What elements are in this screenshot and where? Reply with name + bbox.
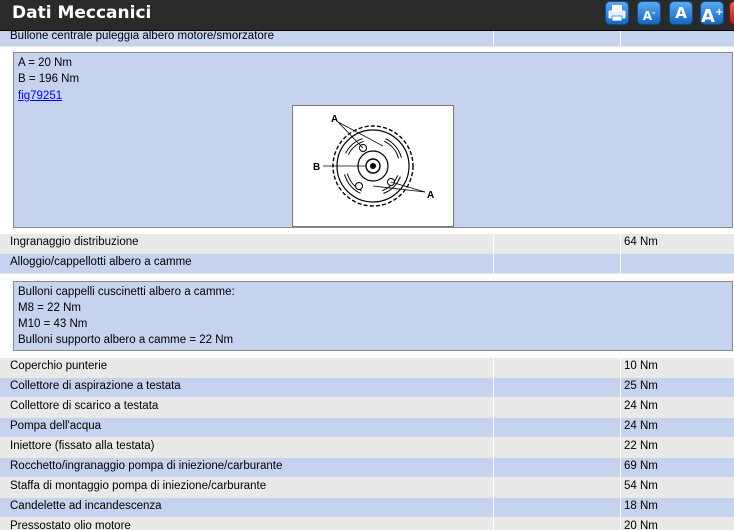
font-smaller-button[interactable]: A- xyxy=(637,1,661,25)
row-label: Collettore di aspirazione a testata xyxy=(10,380,181,392)
print-button[interactable] xyxy=(605,1,629,25)
spec-line: Bulloni cappelli cuscinetti albero a cam… xyxy=(18,286,235,298)
row-value: 64 Nm xyxy=(624,236,658,248)
table-row: Ingranaggio distribuzione 64 Nm xyxy=(0,234,734,254)
table-row: Alloggio/cappellotti albero a camme xyxy=(0,254,734,274)
torque-spec-panel: A = 20 Nm B = 196 Nm fig79251 A B A xyxy=(13,52,733,228)
row-label: Staffa di montaggio pompa di iniezione/c… xyxy=(10,480,267,492)
table-row: Rocchetto/ingranaggio pompa di iniezione… xyxy=(0,458,734,478)
row-label: Alloggio/cappellotti albero a camme xyxy=(10,256,192,268)
spec-line: M8 = 22 Nm xyxy=(18,302,81,314)
printer-icon xyxy=(608,5,626,22)
row-label: Pompa dell'acqua xyxy=(10,420,102,432)
table-row: Pompa dell'acqua 24 Nm xyxy=(0,418,734,438)
table-row: Candelette ad incandescenza 18 Nm xyxy=(0,498,734,518)
row-value: 20 Nm xyxy=(624,520,658,530)
row-label: Candelette ad incandescenza xyxy=(10,500,162,512)
spec-line: A = 20 Nm xyxy=(18,57,73,69)
camshaft-spec-panel: Bulloni cappelli cuscinetti albero a cam… xyxy=(13,281,733,351)
figure-label-a2: A xyxy=(427,190,434,201)
spec-line: M10 = 43 Nm xyxy=(18,318,88,330)
table-row: Collettore di aspirazione a testata 25 N… xyxy=(0,378,734,398)
row-label: Bullone centrale puleggia albero motore/… xyxy=(10,31,275,42)
row-value: 54 Nm xyxy=(624,480,658,492)
mechanical-data-table: Bullone centrale puleggia albero motore/… xyxy=(0,31,734,530)
row-value: 24 Nm xyxy=(624,400,658,412)
font-larger-button[interactable]: A+ xyxy=(700,1,724,27)
spec-line: B = 196 Nm xyxy=(18,73,80,85)
figure-label-b: B xyxy=(313,162,320,173)
table-row: Bullone centrale puleggia albero motore/… xyxy=(0,31,734,47)
row-value: 22 Nm xyxy=(624,440,658,452)
pulley-diagram: A B A xyxy=(313,114,434,207)
row-value: 24 Nm xyxy=(624,420,658,432)
table-row: Collettore di scarico a testata 24 Nm xyxy=(0,398,734,418)
row-label: Pressostato olio motore xyxy=(10,520,131,530)
table-row: Iniettore (fissato alla testata) 22 Nm xyxy=(0,438,734,458)
row-label: Coperchio punterie xyxy=(10,360,108,372)
spec-line: Bulloni supporto albero a camme = 22 Nm xyxy=(18,334,234,346)
figure-label-a: A xyxy=(331,114,338,125)
title-bar: Dati Meccanici A- A A+ xyxy=(0,0,734,31)
font-normal-button[interactable]: A xyxy=(669,1,693,25)
row-label: Collettore di scarico a testata xyxy=(10,400,159,412)
table-row: Pressostato olio motore 20 Nm xyxy=(0,518,734,530)
row-value: 69 Nm xyxy=(624,460,658,472)
row-value: 18 Nm xyxy=(624,500,658,512)
page-title: Dati Meccanici xyxy=(12,3,152,23)
row-label: Rocchetto/ingranaggio pompa di iniezione… xyxy=(10,460,283,472)
figure-image: A B A xyxy=(292,105,454,227)
row-label: Iniettore (fissato alla testata) xyxy=(10,440,155,452)
figure-link[interactable]: fig79251 xyxy=(18,90,62,102)
table-row: Staffa di montaggio pompa di iniezione/c… xyxy=(0,478,734,498)
table-row: Coperchio punterie 10 Nm xyxy=(0,358,734,378)
close-button[interactable] xyxy=(729,1,734,25)
row-label: Ingranaggio distribuzione xyxy=(10,236,139,248)
row-value: 10 Nm xyxy=(624,360,658,372)
row-value: 25 Nm xyxy=(624,380,658,392)
